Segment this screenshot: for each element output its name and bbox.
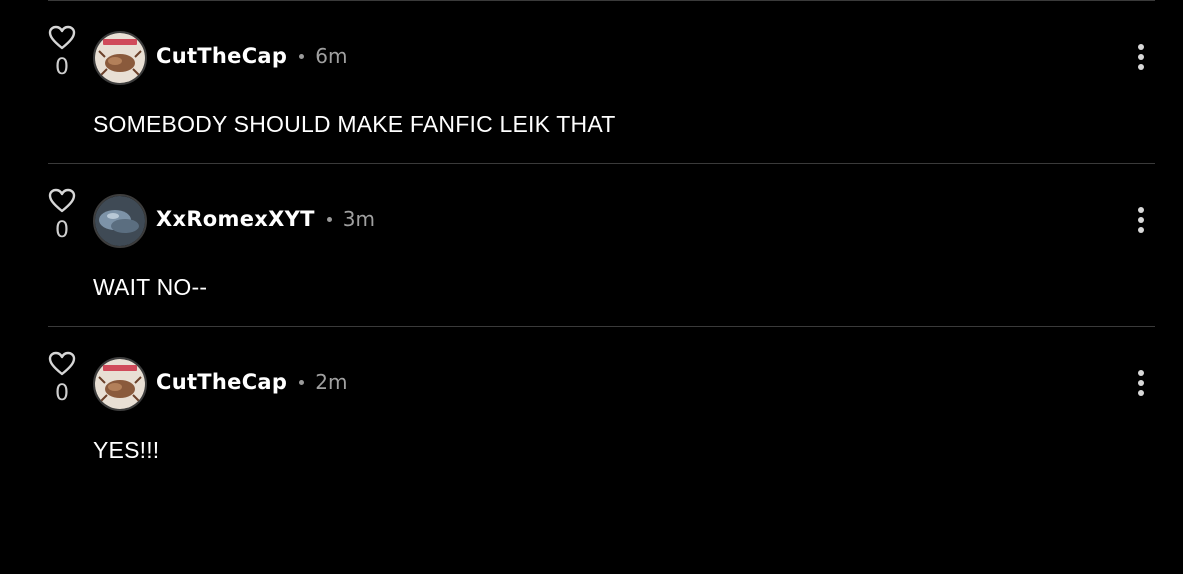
like-count: 0 [55,381,69,406]
like-column: 0 [48,25,76,80]
comment-text: SOMEBODY SHOULD MAKE FANFIC LEIK THAT [93,111,616,137]
avatar[interactable] [93,194,147,248]
timestamp: 6m [315,44,348,68]
comment-list: 0 CutTheCap 6m SOMEBODY SHOULD MAKE FANF… [48,0,1155,489]
more-options-button[interactable] [1127,204,1155,236]
comment-meta: XxRomexXYT 3m [156,204,375,234]
more-vertical-icon-dot [1138,217,1144,223]
more-vertical-icon-dot [1138,390,1144,396]
separator-dot [299,379,305,385]
like-button[interactable] [48,25,76,51]
more-vertical-icon-dot [1138,54,1144,60]
timestamp: 2m [315,370,348,394]
comment-meta: CutTheCap 2m [156,367,347,397]
like-count: 0 [55,55,69,80]
username[interactable]: XxRomexXYT [156,207,315,231]
more-vertical-icon-dot [1138,227,1144,233]
more-options-button[interactable] [1127,41,1155,73]
heart-icon [48,188,76,213]
heart-icon [48,25,76,50]
slug-avatar-icon [95,359,145,409]
comment-item: 0 CutTheCap 2m YES!!! [48,326,1155,489]
comment-text: YES!!! [93,437,160,463]
comment-meta: CutTheCap 6m [156,41,347,71]
more-vertical-icon-dot [1138,64,1144,70]
more-vertical-icon [1138,44,1144,50]
more-options-button[interactable] [1127,367,1155,399]
like-count: 0 [55,218,69,243]
like-button[interactable] [48,188,76,214]
more-vertical-icon [1138,370,1144,376]
like-column: 0 [48,188,76,243]
blue-avatar-icon [95,196,145,246]
separator-dot [326,216,332,222]
more-vertical-icon-dot [1138,380,1144,386]
slug-avatar-icon [95,33,145,83]
more-vertical-icon [1138,207,1144,213]
timestamp: 3m [342,207,375,231]
heart-icon [48,351,76,376]
like-column: 0 [48,351,76,406]
username[interactable]: CutTheCap [156,44,287,68]
comment-text: WAIT NO-- [93,274,208,300]
like-button[interactable] [48,351,76,377]
comment-item: 0 CutTheCap 6m SOMEBODY SHOULD MAKE FANF… [48,0,1155,163]
comment-item: 0 XxRomexXYT 3m WAIT NO-- [48,163,1155,326]
separator-dot [299,53,305,59]
avatar[interactable] [93,31,147,85]
avatar[interactable] [93,357,147,411]
username[interactable]: CutTheCap [156,370,287,394]
